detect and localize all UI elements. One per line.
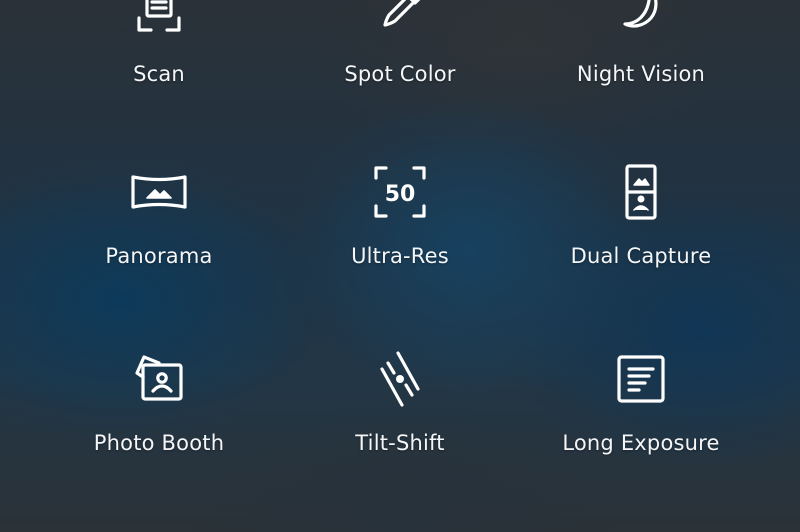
- dual-capture-icon: [609, 160, 673, 224]
- photo-booth-icon: [127, 347, 191, 411]
- mode-label: Tilt-Shift: [355, 431, 445, 455]
- mode-panorama[interactable]: Panorama: [39, 160, 279, 310]
- mode-label: Spot Color: [344, 62, 456, 86]
- mode-ultra-res[interactable]: 50 Ultra-Res: [280, 160, 520, 310]
- mode-label: Panorama: [105, 244, 213, 268]
- mode-label: Long Exposure: [562, 431, 720, 455]
- eyedropper-icon: [368, 0, 432, 42]
- mode-photo-booth[interactable]: Photo Booth: [39, 347, 279, 497]
- tilt-shift-icon: [368, 347, 432, 411]
- moon-icon: [609, 0, 673, 42]
- mode-label: Ultra-Res: [351, 244, 449, 268]
- mode-label: Dual Capture: [570, 244, 712, 268]
- mode-long-exposure[interactable]: Long Exposure: [521, 347, 761, 497]
- ultra-res-icon: 50: [368, 160, 432, 224]
- mode-scan[interactable]: Scan: [39, 0, 279, 128]
- mode-spot-color[interactable]: Spot Color: [280, 0, 520, 128]
- mode-label: Photo Booth: [93, 431, 225, 455]
- scan-icon: [127, 0, 191, 42]
- mode-label: Night Vision: [576, 62, 706, 86]
- ultra-res-number: 50: [385, 182, 416, 207]
- mode-dual-capture[interactable]: Dual Capture: [521, 160, 761, 310]
- mode-tilt-shift[interactable]: Tilt-Shift: [280, 347, 520, 497]
- panorama-icon: [127, 160, 191, 224]
- camera-modes-grid: Scan Spot Color Night Vision Panorama 50…: [0, 0, 800, 532]
- mode-label: Scan: [133, 62, 185, 86]
- long-exposure-icon: [609, 347, 673, 411]
- mode-night-vision[interactable]: Night Vision: [521, 0, 761, 128]
